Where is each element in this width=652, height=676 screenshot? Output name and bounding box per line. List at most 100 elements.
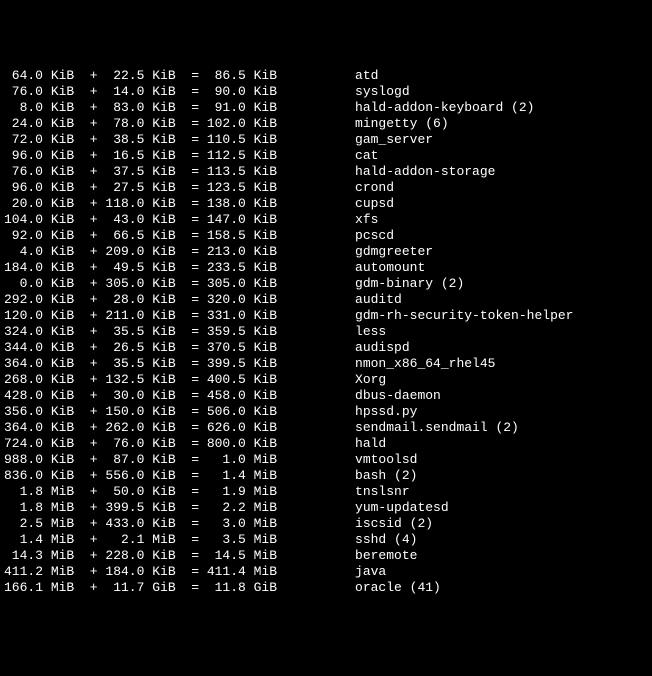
shared-mem-value: 228.0 bbox=[105, 548, 144, 564]
equals-symbol: = bbox=[183, 116, 206, 132]
shared-mem-value: 66.5 bbox=[105, 228, 144, 244]
total-mem-unit: KiB bbox=[254, 404, 285, 420]
total-mem-value: 213.0 bbox=[207, 244, 246, 260]
shared-mem-value: 16.5 bbox=[105, 148, 144, 164]
shared-mem-value: 399.5 bbox=[105, 500, 144, 516]
private-mem-value: 92.0 bbox=[4, 228, 43, 244]
shared-mem-unit: KiB bbox=[152, 196, 183, 212]
plus-symbol: + bbox=[82, 580, 105, 596]
shared-mem-unit: KiB bbox=[152, 68, 183, 84]
plus-symbol: + bbox=[82, 180, 105, 196]
process-row: 836.0 KiB+556.0 KiB=1.4 MiBbash (2) bbox=[4, 468, 652, 484]
total-mem-unit: KiB bbox=[254, 436, 285, 452]
shared-mem-value: 35.5 bbox=[105, 356, 144, 372]
private-mem-unit: MiB bbox=[51, 580, 82, 596]
shared-mem-unit: KiB bbox=[152, 484, 183, 500]
process-row: 92.0 KiB+66.5 KiB=158.5 KiBpcscd bbox=[4, 228, 652, 244]
private-mem-unit: KiB bbox=[51, 468, 82, 484]
process-row: 344.0 KiB+26.5 KiB=370.5 KiBaudispd bbox=[4, 340, 652, 356]
shared-mem-value: 87.0 bbox=[105, 452, 144, 468]
plus-symbol: + bbox=[82, 484, 105, 500]
total-mem-unit: MiB bbox=[254, 548, 285, 564]
equals-symbol: = bbox=[183, 468, 206, 484]
shared-mem-value: 35.5 bbox=[105, 324, 144, 340]
private-mem-unit: KiB bbox=[51, 132, 82, 148]
total-mem-unit: KiB bbox=[254, 292, 285, 308]
private-mem-value: 120.0 bbox=[4, 308, 43, 324]
program-name: nmon_x86_64_rhel45 bbox=[355, 356, 495, 372]
private-mem-unit: KiB bbox=[51, 436, 82, 452]
program-name: java bbox=[355, 564, 386, 580]
program-name: crond bbox=[355, 180, 394, 196]
equals-symbol: = bbox=[183, 244, 206, 260]
process-row: 324.0 KiB+35.5 KiB=359.5 KiBless bbox=[4, 324, 652, 340]
equals-symbol: = bbox=[183, 516, 206, 532]
program-name: dbus-daemon bbox=[355, 388, 441, 404]
equals-symbol: = bbox=[183, 84, 206, 100]
total-mem-unit: KiB bbox=[254, 164, 285, 180]
private-mem-value: 356.0 bbox=[4, 404, 43, 420]
total-mem-value: 138.0 bbox=[207, 196, 246, 212]
total-mem-value: 158.5 bbox=[207, 228, 246, 244]
private-mem-value: 364.0 bbox=[4, 356, 43, 372]
program-name: less bbox=[355, 324, 386, 340]
plus-symbol: + bbox=[82, 340, 105, 356]
shared-mem-value: 27.5 bbox=[105, 180, 144, 196]
equals-symbol: = bbox=[183, 180, 206, 196]
private-mem-value: 76.0 bbox=[4, 84, 43, 100]
private-mem-value: 324.0 bbox=[4, 324, 43, 340]
private-mem-unit: KiB bbox=[51, 84, 82, 100]
total-mem-unit: MiB bbox=[254, 564, 285, 580]
total-mem-unit: KiB bbox=[254, 116, 285, 132]
private-mem-value: 1.4 bbox=[4, 532, 43, 548]
program-name: sendmail.sendmail (2) bbox=[355, 420, 519, 436]
shared-mem-value: 211.0 bbox=[105, 308, 144, 324]
shared-mem-unit: KiB bbox=[152, 132, 183, 148]
shared-mem-value: 50.0 bbox=[105, 484, 144, 500]
total-mem-unit: MiB bbox=[254, 484, 285, 500]
private-mem-unit: KiB bbox=[51, 324, 82, 340]
private-mem-value: 1.8 bbox=[4, 500, 43, 516]
private-mem-value: 76.0 bbox=[4, 164, 43, 180]
private-mem-unit: MiB bbox=[51, 516, 82, 532]
program-name: Xorg bbox=[355, 372, 386, 388]
total-mem-value: 800.0 bbox=[207, 436, 246, 452]
private-mem-unit: KiB bbox=[51, 292, 82, 308]
equals-symbol: = bbox=[183, 212, 206, 228]
program-name: iscsid (2) bbox=[355, 516, 433, 532]
process-row: 120.0 KiB+211.0 KiB=331.0 KiBgdm-rh-secu… bbox=[4, 308, 652, 324]
private-mem-unit: KiB bbox=[51, 356, 82, 372]
total-mem-value: 305.0 bbox=[207, 276, 246, 292]
total-mem-value: 2.2 bbox=[207, 500, 246, 516]
private-mem-value: 344.0 bbox=[4, 340, 43, 356]
program-name: tnslsnr bbox=[355, 484, 410, 500]
shared-mem-unit: KiB bbox=[152, 244, 183, 260]
shared-mem-value: 76.0 bbox=[105, 436, 144, 452]
equals-symbol: = bbox=[183, 68, 206, 84]
program-name: oracle (41) bbox=[355, 580, 441, 596]
equals-symbol: = bbox=[183, 372, 206, 388]
total-mem-unit: KiB bbox=[254, 68, 285, 84]
total-mem-unit: KiB bbox=[254, 244, 285, 260]
equals-symbol: = bbox=[183, 580, 206, 596]
private-mem-unit: KiB bbox=[51, 244, 82, 260]
private-mem-unit: KiB bbox=[51, 452, 82, 468]
plus-symbol: + bbox=[82, 228, 105, 244]
equals-symbol: = bbox=[183, 532, 206, 548]
plus-symbol: + bbox=[82, 324, 105, 340]
shared-mem-value: 28.0 bbox=[105, 292, 144, 308]
equals-symbol: = bbox=[183, 164, 206, 180]
private-mem-value: 166.1 bbox=[4, 580, 43, 596]
program-name: atd bbox=[355, 68, 378, 84]
shared-mem-unit: KiB bbox=[152, 372, 183, 388]
total-mem-value: 400.5 bbox=[207, 372, 246, 388]
shared-mem-unit: KiB bbox=[152, 356, 183, 372]
private-mem-value: 268.0 bbox=[4, 372, 43, 388]
plus-symbol: + bbox=[82, 564, 105, 580]
shared-mem-value: 22.5 bbox=[105, 68, 144, 84]
private-mem-unit: KiB bbox=[51, 180, 82, 196]
private-mem-unit: KiB bbox=[51, 196, 82, 212]
private-mem-unit: KiB bbox=[51, 404, 82, 420]
plus-symbol: + bbox=[82, 516, 105, 532]
shared-mem-value: 184.0 bbox=[105, 564, 144, 580]
